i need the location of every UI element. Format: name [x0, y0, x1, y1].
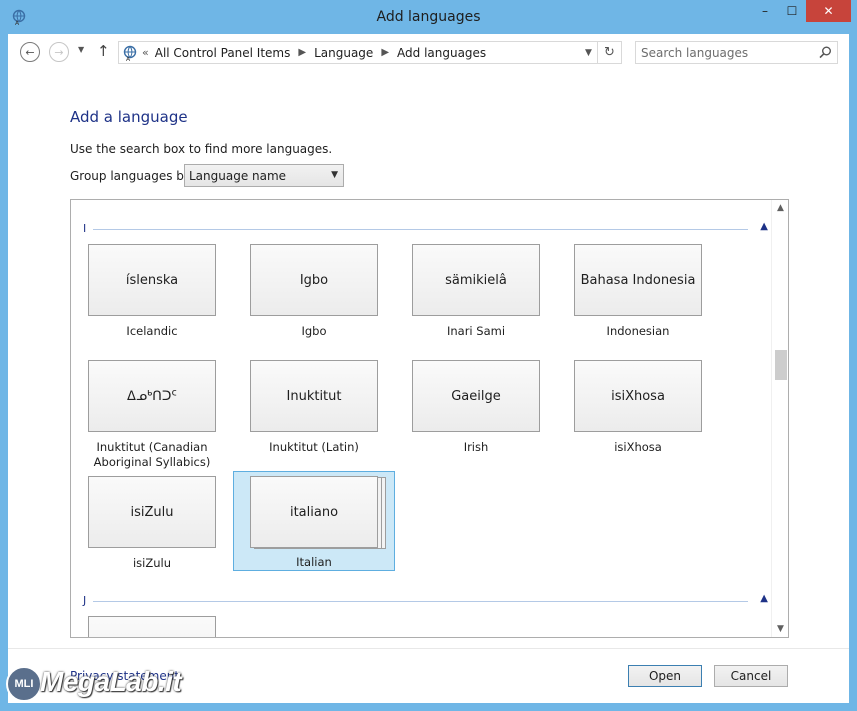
breadcrumb-language[interactable]: Language: [314, 46, 373, 60]
chevron-down-icon: ▼: [585, 47, 592, 58]
recent-locations-button[interactable]: ▼: [78, 45, 84, 54]
chevron-up-icon[interactable]: ▲: [760, 221, 768, 232]
breadcrumb-add-languages[interactable]: Add languages: [397, 46, 486, 60]
scrollbar-thumb[interactable]: [775, 350, 787, 380]
watermark-text: MegaLab.it: [40, 666, 182, 697]
cancel-button[interactable]: Cancel: [714, 665, 788, 687]
chevron-down-icon: ▼: [331, 170, 338, 180]
language-tile-inuktitut-syllabics[interactable]: ᐃᓄᒃᑎᑐᑦ Inuktitut (Canadian Aboriginal Sy…: [71, 360, 233, 469]
group-by-value: Language name: [189, 168, 287, 183]
language-tile-inuktitut-latin[interactable]: Inuktitut Inuktitut (Latin): [233, 360, 395, 458]
group-divider: [93, 601, 748, 602]
back-button[interactable]: ←: [20, 42, 40, 62]
watermark-logo: MLI MegaLab.it: [4, 662, 182, 706]
tile-english-name: isiXhosa: [614, 440, 662, 454]
tile-english-name: Igbo: [301, 324, 327, 338]
address-bar[interactable]: A « All Control Panel Items ▶ Language ▶…: [118, 41, 598, 64]
search-box[interactable]: [635, 41, 838, 64]
dialog-body: ← → ▼ ↑ A « All Control Panel Items ▶ La…: [8, 34, 849, 703]
watermark-badge: MLI: [6, 666, 42, 702]
maximize-button[interactable]: ☐: [779, 0, 805, 22]
language-tile-partial[interactable]: [71, 616, 233, 637]
window: A Add languages – ☐ ✕ ← → ▼ ↑ A « All Co…: [0, 0, 857, 711]
group-by-label: Group languages by:: [70, 169, 195, 183]
vertical-scrollbar[interactable]: ▲ ▼: [771, 200, 788, 637]
group-divider: [93, 229, 748, 230]
language-tile-icelandic[interactable]: íslenska Icelandic: [71, 244, 233, 342]
group-header-j[interactable]: J ▲: [83, 593, 768, 610]
scroll-up-icon[interactable]: ▲: [772, 203, 788, 213]
tile-native-name: Inuktitut: [250, 360, 378, 432]
language-tile-isizulu[interactable]: isiZulu isiZulu: [71, 476, 233, 574]
tile-native-name: Igbo: [250, 244, 378, 316]
search-icon[interactable]: [819, 46, 832, 62]
tile-native-name: isiZulu: [88, 476, 216, 548]
title-bar[interactable]: A Add languages – ☐ ✕: [0, 0, 857, 34]
group-letter: I: [83, 222, 87, 235]
page-title: Add a language: [70, 108, 188, 126]
group-letter: J: [83, 594, 87, 607]
up-button[interactable]: ↑: [97, 42, 110, 60]
minimize-button[interactable]: –: [752, 0, 778, 22]
forward-button[interactable]: →: [49, 42, 69, 62]
chevron-up-icon[interactable]: ▲: [760, 593, 768, 604]
language-tile-irish[interactable]: Gaeilge Irish: [395, 360, 557, 458]
breadcrumb-all-control-panel-items[interactable]: All Control Panel Items: [155, 46, 291, 60]
arrow-left-icon: ←: [25, 45, 35, 59]
tile-native-name: isiXhosa: [574, 360, 702, 432]
navigation-bar: ← → ▼ ↑ A « All Control Panel Items ▶ La…: [8, 34, 849, 70]
tile-native-name: íslenska: [88, 244, 216, 316]
tile-english-name: Inuktitut (Canadian Aboriginal Syllabics…: [93, 440, 211, 469]
chevron-down-icon: ▼: [78, 45, 85, 54]
tile-native-name: [88, 616, 216, 637]
tile-english-name: Inuktitut (Latin): [269, 440, 359, 454]
tile-english-name: Inari Sami: [446, 324, 506, 338]
tile-english-name: isiZulu: [132, 556, 172, 570]
open-button[interactable]: Open: [628, 665, 702, 687]
tile-native-name: italiano: [250, 476, 378, 548]
group-by-select[interactable]: Language name ▼: [184, 164, 344, 187]
refresh-button[interactable]: ↻: [598, 41, 622, 64]
tile-english-name: Indonesian: [606, 324, 670, 338]
group-header-i[interactable]: I ▲: [83, 221, 768, 238]
tile-native-name: Gaeilge: [412, 360, 540, 432]
search-input[interactable]: [636, 45, 816, 60]
address-dropdown-button[interactable]: ▼: [579, 42, 597, 63]
language-tile-italian[interactable]: italiano Italian: [233, 471, 395, 571]
language-tile-indonesian[interactable]: Bahasa Indonesia Indonesian: [557, 244, 719, 342]
breadcrumb-separator-icon[interactable]: ▶: [381, 47, 389, 58]
address-overflow-chevron[interactable]: «: [142, 46, 149, 59]
close-button[interactable]: ✕: [806, 0, 851, 22]
tile-native-name: ᐃᓄᒃᑎᑐᑦ: [88, 360, 216, 432]
refresh-icon: ↻: [604, 45, 615, 60]
breadcrumb-separator-icon[interactable]: ▶: [298, 47, 306, 58]
tile-english-name: Icelandic: [126, 324, 178, 338]
arrow-right-icon: →: [54, 45, 64, 59]
search-hint: Use the search box to find more language…: [70, 142, 333, 156]
language-tile-inari-sami[interactable]: sämikielâ Inari Sami: [395, 244, 557, 342]
language-list[interactable]: I ▲ íslenska Icelandic Igbo Igbo sämikie…: [70, 199, 789, 638]
tile-english-name: Italian: [296, 555, 332, 569]
tile-english-name: Irish: [463, 440, 489, 454]
arrow-up-icon: ↑: [97, 42, 110, 60]
window-title: Add languages: [376, 9, 481, 25]
scroll-down-icon[interactable]: ▼: [772, 624, 788, 634]
tile-native-name: sämikielâ: [412, 244, 540, 316]
language-tile-igbo[interactable]: Igbo Igbo: [233, 244, 395, 342]
language-tile-isixhosa[interactable]: isiXhosa isiXhosa: [557, 360, 719, 458]
language-icon: A: [122, 45, 140, 61]
tile-native-name: Bahasa Indonesia: [574, 244, 702, 316]
